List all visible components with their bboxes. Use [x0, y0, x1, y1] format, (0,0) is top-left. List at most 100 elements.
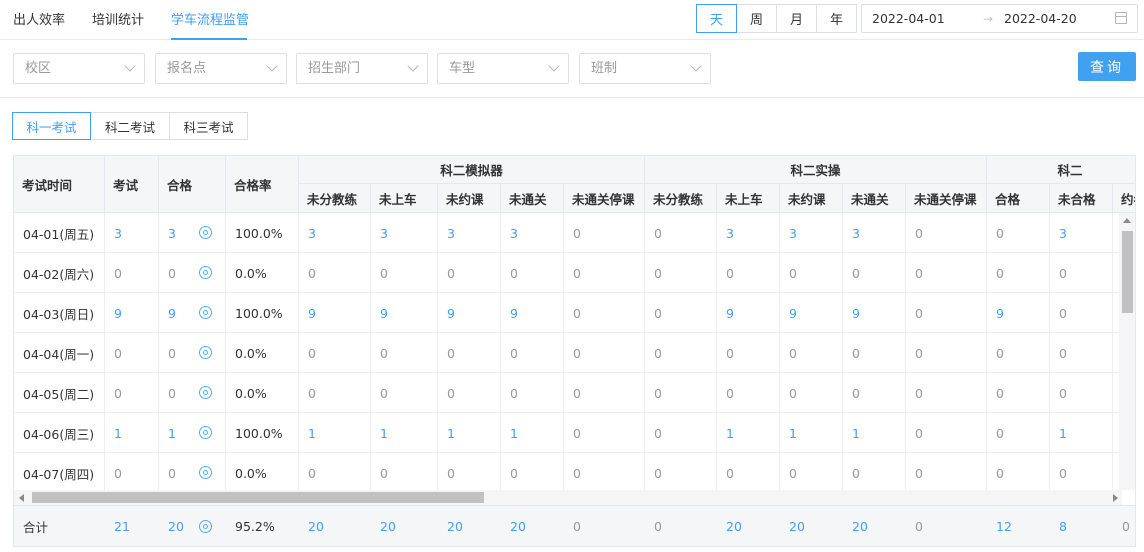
top-tabs: 出人效率 培训统计 学车流程监管 天 周 月 年 2022-04-01 → 20… — [0, 0, 1144, 40]
chevron-down-icon — [548, 60, 560, 72]
period-year-button[interactable]: 年 — [816, 4, 857, 33]
table-cell[interactable]: 3 — [371, 213, 438, 253]
date-end[interactable]: 2022-04-20 — [1004, 11, 1077, 26]
class-type-select[interactable]: 班制 — [579, 53, 711, 84]
table-cell[interactable]: 3 — [501, 213, 564, 253]
table-cell[interactable]: 3 — [717, 213, 780, 253]
tab-training-stats[interactable]: 培训统计 — [92, 9, 144, 28]
scroll-right-icon[interactable] — [1113, 494, 1118, 502]
date-range-picker[interactable]: 2022-04-01 → 2022-04-20 — [861, 4, 1138, 33]
table-cell: 0 — [996, 425, 1004, 441]
table-cell[interactable]: 9 — [987, 293, 1050, 333]
exam-count[interactable]: 3 — [105, 213, 159, 253]
target-icon[interactable] — [199, 520, 212, 533]
period-month-button[interactable]: 月 — [776, 4, 817, 33]
table-cell: 0 — [1059, 305, 1067, 321]
vertical-scrollbar-thumb[interactable] — [1122, 231, 1133, 313]
table-cell[interactable]: 3 — [1050, 213, 1113, 253]
column-divider — [563, 213, 564, 490]
total-cell[interactable]: 20 — [299, 505, 371, 546]
horizontal-scrollbar-thumb[interactable] — [32, 492, 484, 503]
total-cell[interactable]: 8 — [1050, 505, 1113, 546]
campus-select[interactable]: 校区 — [13, 53, 145, 84]
query-button[interactable]: 查询 — [1078, 52, 1136, 81]
column-divider — [842, 213, 843, 490]
pass-count[interactable]: 9 — [159, 293, 199, 333]
table-cell: 0 — [447, 265, 455, 281]
target-icon[interactable] — [199, 386, 212, 399]
table-cell: 0 — [654, 385, 662, 401]
total-cell[interactable]: 20 — [501, 505, 564, 546]
table-cell[interactable]: 1 — [299, 413, 371, 453]
tab-subject-two[interactable]: 科二考试 — [90, 112, 170, 140]
table-cell[interactable]: 1 — [1050, 413, 1113, 453]
column-divider — [905, 213, 906, 490]
target-icon[interactable] — [199, 226, 212, 239]
pass-rate: 0.0% — [235, 385, 267, 401]
target-icon[interactable] — [199, 346, 212, 359]
total-pass[interactable]: 20 — [159, 505, 199, 546]
table-cell[interactable]: 3 — [843, 213, 906, 253]
table-cell[interactable]: 1 — [438, 413, 501, 453]
pass-count[interactable]: 3 — [159, 213, 199, 253]
scroll-left-icon[interactable] — [19, 494, 24, 502]
vertical-scrollbar[interactable] — [1119, 213, 1135, 490]
date-start[interactable]: 2022-04-01 — [872, 11, 945, 26]
tab-staff-efficiency[interactable]: 出人效率 — [13, 9, 65, 28]
total-cell[interactable]: 20 — [780, 505, 843, 546]
period-day-button[interactable]: 天 — [696, 4, 737, 33]
target-icon[interactable] — [199, 466, 212, 479]
table-cell: 0 — [654, 265, 662, 281]
pass-count[interactable]: 1 — [159, 413, 199, 453]
table-cell: 0 — [915, 385, 923, 401]
date-separator: → — [983, 11, 994, 26]
table-cell: 0 — [654, 425, 662, 441]
exam-count: 0 — [114, 385, 122, 401]
table-cell: 0 — [573, 225, 581, 241]
tab-learning-process[interactable]: 学车流程监管 — [171, 9, 249, 28]
table-cell: 0 — [915, 265, 923, 281]
column-header: 未约课 — [438, 184, 501, 213]
column-divider — [986, 213, 987, 490]
target-icon[interactable] — [199, 306, 212, 319]
table-cell[interactable]: 9 — [438, 293, 501, 333]
exam-count: 0 — [114, 265, 122, 281]
table-cell[interactable]: 1 — [780, 413, 843, 453]
total-cell[interactable]: 20 — [371, 505, 438, 546]
column-divider — [158, 213, 159, 490]
table-cell[interactable]: 1 — [501, 413, 564, 453]
horizontal-scrollbar[interactable] — [14, 490, 1122, 505]
tab-subject-three[interactable]: 科三考试 — [169, 112, 248, 140]
target-icon[interactable] — [199, 426, 212, 439]
table-cell[interactable]: 9 — [299, 293, 371, 333]
table-cell[interactable]: 3 — [299, 213, 371, 253]
enroll-point-select[interactable]: 报名点 — [155, 53, 287, 84]
table-cell[interactable]: 9 — [780, 293, 843, 333]
table-cell[interactable]: 3 — [780, 213, 843, 253]
total-cell[interactable]: 20 — [717, 505, 780, 546]
tab-subject-one[interactable]: 科一考试 — [12, 112, 91, 140]
target-icon[interactable] — [199, 266, 212, 279]
table-cell: 0 — [915, 305, 923, 321]
column-header: 未约课 — [780, 184, 843, 213]
table-cell[interactable]: 3 — [438, 213, 501, 253]
total-cell[interactable]: 20 — [438, 505, 501, 546]
total-cell[interactable]: 12 — [987, 505, 1050, 546]
period-week-button[interactable]: 周 — [736, 4, 777, 33]
total-exam[interactable]: 21 — [105, 505, 159, 546]
table-cell[interactable]: 1 — [371, 413, 438, 453]
vehicle-type-select[interactable]: 车型 — [437, 53, 569, 84]
table-cell[interactable]: 1 — [843, 413, 906, 453]
table-cell[interactable]: 9 — [843, 293, 906, 333]
column-header: 合格 — [987, 184, 1050, 213]
table-cell[interactable]: 9 — [501, 293, 564, 333]
table-cell[interactable]: 9 — [717, 293, 780, 333]
table-cell[interactable]: 9 — [371, 293, 438, 333]
exam-count[interactable]: 1 — [105, 413, 159, 453]
table-cell[interactable]: 1 — [717, 413, 780, 453]
exam-count[interactable]: 9 — [105, 293, 159, 333]
recruit-dept-select[interactable]: 招生部门 — [296, 53, 428, 84]
scroll-up-icon[interactable] — [1123, 218, 1131, 223]
total-cell[interactable]: 20 — [843, 505, 906, 546]
calendar-icon[interactable] — [1115, 12, 1127, 24]
